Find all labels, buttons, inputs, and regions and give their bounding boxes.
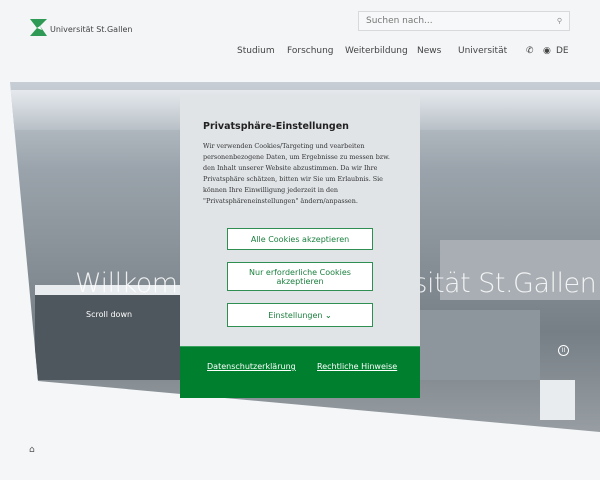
nav-universitaet[interactable]: Universität — [458, 46, 507, 56]
building — [35, 290, 180, 380]
building — [420, 310, 540, 380]
phone-icon[interactable]: ✆ — [526, 46, 534, 56]
logo[interactable]: Universität St.Gallen — [30, 19, 133, 36]
settings-button[interactable]: Einstellungen ⌄ — [227, 303, 373, 327]
search-icon[interactable]: ⚲ — [557, 17, 562, 25]
hsg-logo-icon — [30, 19, 47, 36]
privacy-modal: Privatsphäre-Einstellungen Wir verwenden… — [180, 95, 420, 398]
nav-forschung[interactable]: Forschung — [287, 46, 334, 56]
modal-text: Wir verwenden Cookies/Targeting und vear… — [203, 142, 390, 205]
nav-studium[interactable]: Studium — [237, 46, 275, 56]
language-switch[interactable]: DE — [556, 46, 569, 56]
accept-all-button[interactable]: Alle Cookies akzeptieren — [227, 228, 373, 250]
modal-title: Privatsphäre-Einstellungen — [203, 121, 349, 132]
search-placeholder: Suchen nach... — [366, 16, 433, 26]
logo-text: Universität St.Gallen — [50, 25, 133, 34]
pause-icon[interactable]: II — [558, 345, 569, 356]
house — [540, 380, 575, 420]
scroll-down-link[interactable]: Scroll down — [86, 310, 132, 319]
search-input[interactable]: Suchen nach... ⚲ — [358, 11, 570, 31]
legal-notice-link[interactable]: Rechtliche Hinweise — [317, 362, 397, 371]
chevron-down-icon: ⌄ — [325, 310, 332, 320]
nav-weiterbildung[interactable]: Weiterbildung — [345, 46, 408, 56]
nav-news[interactable]: News — [417, 46, 441, 56]
settings-label: Einstellungen — [268, 310, 323, 320]
modal-footer: Datenschutzerklärung Rechtliche Hinweise — [180, 346, 420, 398]
home-icon[interactable]: ⌂ — [29, 445, 35, 455]
globe-icon[interactable]: ◉ — [543, 46, 551, 56]
accept-required-button[interactable]: Nur erforderliche Cookies akzeptieren — [227, 262, 373, 291]
site-header: Universität St.Gallen Suchen nach... ⚲ S… — [0, 0, 600, 80]
privacy-policy-link[interactable]: Datenschutzerklärung — [207, 362, 296, 371]
